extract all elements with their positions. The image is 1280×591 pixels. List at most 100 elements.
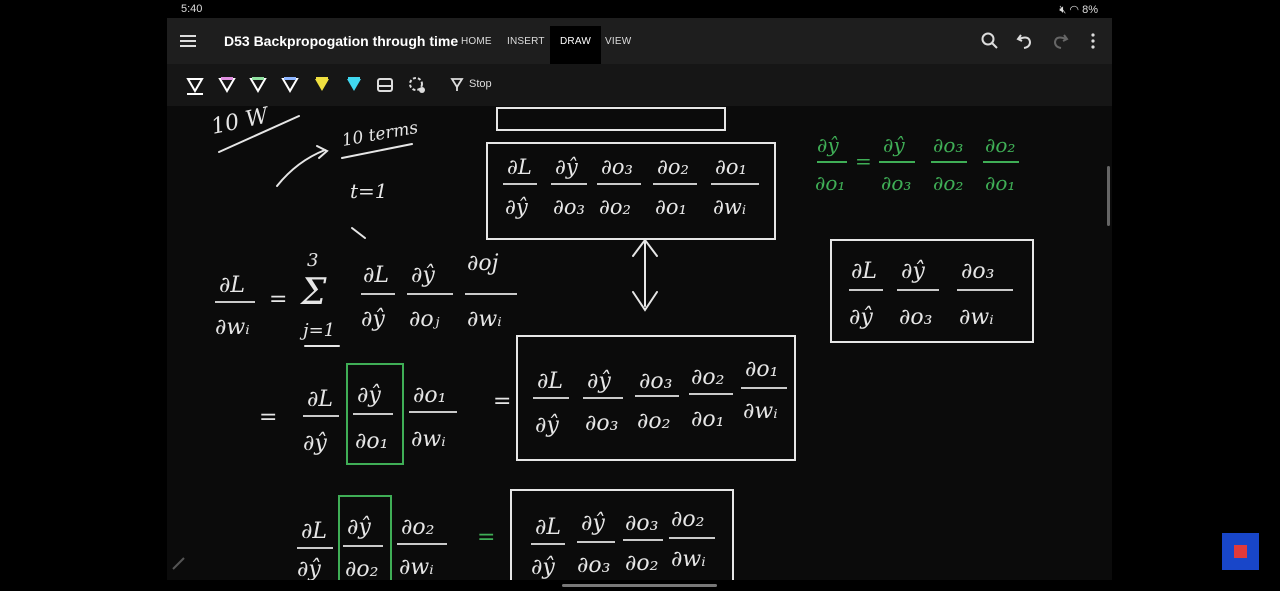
svg-text:∂o₃: ∂o₃: [577, 553, 610, 578]
svg-text:∂ŷ: ∂ŷ: [411, 263, 435, 288]
status-icons: 🔇︎ ◠ 8%: [1059, 3, 1098, 17]
search-icon[interactable]: [980, 31, 1000, 51]
more-options-icon[interactable]: [1083, 31, 1103, 51]
svg-text:∂o₃: ∂o₃: [961, 259, 994, 284]
svg-text:∂ŷ: ∂ŷ: [531, 555, 555, 580]
stop-button[interactable]: Stop: [449, 76, 492, 92]
status-bar: 5:40 🔇︎ ◠ 8%: [167, 0, 1112, 18]
pen-stop-icon: [450, 78, 464, 91]
tab-home[interactable]: HOME: [461, 36, 492, 47]
svg-text:∂ŷ: ∂ŷ: [357, 383, 381, 408]
svg-text:∂wᵢ: ∂wᵢ: [215, 315, 250, 340]
redo-icon[interactable]: [1050, 31, 1070, 51]
app-window: 5:40 🔇︎ ◠ 8% D53 Backpropogation through…: [167, 0, 1112, 591]
svg-text:∂o₃: ∂o₃: [553, 195, 585, 219]
mute-icon: 🔇︎: [1059, 4, 1067, 16]
svg-text:=: =: [477, 525, 495, 550]
green-num-4: ∂o₂: [985, 133, 1015, 157]
green-num-2: ∂ŷ: [883, 133, 905, 157]
svg-text:∂L: ∂L: [307, 387, 333, 412]
svg-text:∂L: ∂L: [851, 259, 877, 284]
svg-text:∂oj: ∂oj: [467, 251, 499, 276]
green-den-1: ∂o₁: [815, 171, 845, 195]
eraser-icon[interactable]: [374, 74, 396, 96]
highlighter-yellow-icon[interactable]: [311, 74, 333, 96]
svg-text:=: =: [259, 405, 277, 430]
svg-text:∂o₂: ∂o₂: [599, 195, 631, 219]
svg-text:∂wᵢ: ∂wᵢ: [399, 555, 434, 580]
svg-text:∂L: ∂L: [363, 263, 389, 288]
svg-text:∂o₃: ∂o₃: [625, 511, 658, 536]
svg-text:∂wᵢ: ∂wᵢ: [713, 195, 746, 219]
green-den-3: ∂o₂: [933, 171, 963, 195]
svg-text:∂L: ∂L: [301, 519, 327, 544]
svg-text:∂oⱼ: ∂oⱼ: [409, 307, 440, 332]
svg-text:∂o₃: ∂o₃: [899, 305, 932, 330]
svg-text:∂o₃: ∂o₃: [639, 369, 672, 394]
svg-text:Σ: Σ: [299, 272, 327, 313]
status-time: 5:40: [181, 3, 203, 15]
scrollbar[interactable]: [1107, 166, 1110, 226]
ink-canvas[interactable]: ∂ŷ ∂o₁ = ∂ŷ ∂o₃ ∂o₃ ∂o₂ ∂o₂ ∂o₁ 10 W 10 …: [167, 103, 1112, 587]
svg-text:∂ŷ: ∂ŷ: [297, 557, 321, 580]
svg-text:∂o₂: ∂o₂: [345, 557, 378, 580]
svg-text:∂o₂: ∂o₂: [625, 551, 658, 576]
svg-text:∂L: ∂L: [535, 515, 561, 540]
svg-text:∂ŷ: ∂ŷ: [581, 511, 605, 536]
svg-text:∂o₂: ∂o₂: [657, 155, 689, 179]
svg-text:∂o₂: ∂o₂: [671, 507, 704, 532]
pen-blue-icon[interactable]: [279, 74, 301, 96]
overlay-logo-icon: [1222, 533, 1259, 570]
svg-text:∂o₂: ∂o₂: [401, 515, 434, 540]
note-10w: 10 W: [209, 106, 273, 140]
document-title: D53 Backpropogation through time: [224, 33, 459, 49]
svg-text:∂L: ∂L: [219, 273, 245, 298]
green-num-3: ∂o₃: [933, 133, 963, 157]
svg-text:∂o₁: ∂o₁: [655, 195, 687, 219]
svg-text:=: =: [493, 389, 511, 414]
note-10-terms: 10 terms: [340, 118, 419, 151]
pen-green-icon[interactable]: [247, 74, 269, 96]
svg-text:∂o₁: ∂o₁: [745, 357, 778, 382]
lasso-icon[interactable]: [406, 74, 428, 96]
handwritten-notes: ∂ŷ ∂o₁ = ∂ŷ ∂o₃ ∂o₃ ∂o₂ ∂o₂ ∂o₁ 10 W 10 …: [209, 103, 1034, 587]
tab-view[interactable]: VIEW: [605, 36, 631, 47]
svg-text:∂wᵢ: ∂wᵢ: [743, 399, 778, 424]
svg-text:∂ŷ: ∂ŷ: [587, 369, 611, 394]
sum-upper: 3: [307, 250, 318, 271]
menu-icon[interactable]: [177, 30, 199, 52]
svg-text:∂o₃: ∂o₃: [585, 411, 618, 436]
undo-icon[interactable]: [1015, 31, 1035, 51]
svg-text:=: =: [269, 287, 287, 312]
tab-insert[interactable]: INSERT: [507, 36, 545, 47]
note-t-equals: t=1: [350, 179, 388, 203]
svg-text:∂wᵢ: ∂wᵢ: [467, 307, 502, 332]
svg-text:∂ŷ: ∂ŷ: [535, 413, 559, 438]
svg-text:∂ŷ: ∂ŷ: [361, 307, 385, 332]
gesture-home-bar[interactable]: [562, 584, 717, 587]
svg-text:∂ŷ: ∂ŷ: [849, 305, 873, 330]
svg-text:∂ŷ: ∂ŷ: [303, 431, 327, 456]
svg-text:∂ŷ: ∂ŷ: [347, 515, 371, 540]
pen-white-icon[interactable]: [184, 74, 206, 96]
svg-text:∂o₂: ∂o₂: [637, 409, 670, 434]
pen-pink-icon[interactable]: [216, 74, 238, 96]
svg-text:∂L: ∂L: [537, 369, 563, 394]
svg-text:∂ŷ: ∂ŷ: [901, 259, 925, 284]
svg-text:∂o₁: ∂o₁: [413, 383, 446, 408]
svg-text:∂wᵢ: ∂wᵢ: [959, 305, 994, 330]
svg-text:∂ŷ: ∂ŷ: [555, 155, 579, 179]
svg-text:∂o₃: ∂o₃: [601, 155, 633, 179]
green-den-2: ∂o₃: [881, 171, 911, 195]
svg-text:∂o₁: ∂o₁: [691, 407, 724, 432]
svg-text:∂wᵢ: ∂wᵢ: [671, 547, 706, 572]
pen-cursor-icon: [172, 557, 185, 570]
green-num-1: ∂ŷ: [817, 133, 839, 157]
highlighter-cyan-icon[interactable]: [343, 74, 365, 96]
svg-text:∂o₁: ∂o₁: [355, 429, 388, 454]
svg-text:∂o₂: ∂o₂: [691, 365, 724, 390]
tab-draw[interactable]: DRAW: [550, 26, 601, 64]
battery-text: 8%: [1082, 4, 1098, 16]
green-eq: =: [855, 149, 872, 173]
svg-text:∂o₁: ∂o₁: [715, 155, 747, 179]
